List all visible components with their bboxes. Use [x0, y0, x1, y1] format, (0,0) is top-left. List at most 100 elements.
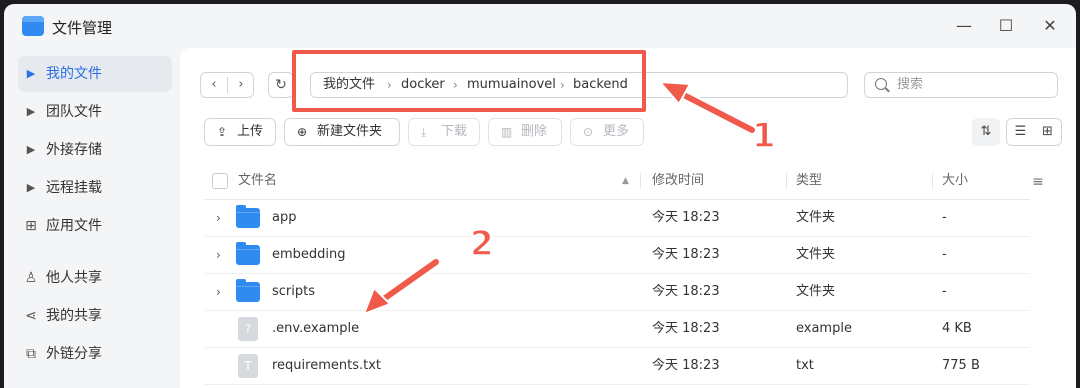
main-panel: ‹ › ↻ 我的文件 › docker › mumuainovel › back… — [180, 48, 1076, 388]
list-view-icon[interactable]: ☰ — [1007, 119, 1034, 145]
close-icon[interactable]: ✕ — [1038, 14, 1062, 38]
sidebar-item-label: 我的共享 — [46, 308, 102, 324]
file-manager-window: 文件管理 — ☐ ✕ ▶ 我的文件 ▶ 团队文件 ▶ 外接存储 ▶ 远程挂载 ⊞… — [4, 4, 1076, 388]
folder-icon — [236, 242, 260, 265]
caret-right-icon: ▶ — [26, 105, 36, 118]
unknown-file-icon: ? — [238, 317, 258, 341]
file-size: - — [942, 247, 947, 262]
header-modified[interactable]: 修改时间 — [652, 162, 704, 200]
file-type: 文件夹 — [796, 210, 836, 225]
file-type: 文件夹 — [796, 284, 836, 299]
text-file-icon: T — [238, 354, 258, 378]
table-row[interactable]: › app 今天 18:23 文件夹 - — [204, 200, 1030, 237]
select-all-checkbox[interactable] — [212, 173, 228, 189]
grid-view-icon[interactable]: ⊞ — [1034, 119, 1061, 145]
delete-label: 删除 — [521, 124, 548, 139]
view-mode-toggle: ☰ ⊞ — [1006, 118, 1062, 146]
file-name: app — [272, 210, 297, 225]
refresh-icon[interactable]: ↻ — [268, 72, 294, 98]
file-modified: 今天 18:23 — [652, 321, 720, 336]
caret-right-icon: ▶ — [26, 181, 36, 194]
download-button[interactable]: ⤓ 下载 — [408, 118, 480, 146]
new-folder-button[interactable]: ⊕ 新建文件夹 — [284, 118, 400, 146]
sidebar-item-my-files[interactable]: ▶ 我的文件 — [18, 56, 172, 92]
sidebar-item-label: 外接存储 — [46, 142, 102, 158]
file-manager-app-icon — [22, 16, 44, 36]
file-name: requirements.txt — [272, 358, 382, 373]
file-name: .env.example — [272, 321, 360, 336]
new-folder-label: 新建文件夹 — [317, 124, 383, 139]
file-name: scripts — [272, 284, 315, 299]
expand-chevron-icon[interactable]: › — [216, 274, 221, 310]
delete-button[interactable]: ▥ 删除 — [488, 118, 562, 146]
sidebar-item-label: 远程挂载 — [46, 180, 102, 196]
history-nav: ‹ › — [200, 72, 254, 98]
maximize-icon[interactable]: ☐ — [994, 14, 1018, 38]
sidebar-item-label: 应用文件 — [46, 218, 102, 234]
table-row[interactable]: ? .env.example 今天 18:23 example 4 KB — [204, 311, 1030, 348]
table-header: 文件名 ▲ 修改时间 类型 大小 — [204, 162, 1030, 200]
download-label: 下载 — [441, 124, 468, 139]
sidebar-item-shared-with-me[interactable]: ♙ 他人共享 — [18, 260, 172, 296]
file-size: - — [942, 284, 947, 299]
file-modified: 今天 18:23 — [652, 358, 720, 373]
caret-right-icon: ▶ — [26, 143, 36, 156]
sidebar-item-external-storage[interactable]: ▶ 外接存储 — [18, 132, 172, 168]
search-input[interactable]: 搜索 — [864, 72, 1058, 98]
share-icon: ⋖ — [25, 308, 37, 324]
apps-grid-icon: ⊞ — [25, 218, 37, 234]
file-type: example — [796, 321, 852, 336]
sidebar-item-my-shares[interactable]: ⋖ 我的共享 — [18, 298, 172, 334]
forward-arrow-icon[interactable]: › — [228, 73, 254, 97]
upload-label: 上传 — [237, 124, 264, 139]
folder-plus-icon: ⊕ — [297, 125, 308, 139]
sidebar-item-label: 我的文件 — [46, 66, 102, 82]
sort-arrows-icon[interactable]: ▲ — [622, 162, 629, 200]
header-name[interactable]: 文件名 — [238, 162, 277, 200]
sidebar-item-label: 团队文件 — [46, 104, 102, 120]
sidebar-item-label: 他人共享 — [46, 270, 102, 286]
sidebar-item-app-files[interactable]: ⊞ 应用文件 — [18, 208, 172, 244]
back-arrow-icon[interactable]: ‹ — [201, 73, 227, 97]
more-dots-icon: ⊙ — [583, 125, 594, 139]
minimize-icon[interactable]: — — [952, 14, 976, 38]
sidebar-item-label: 外链分享 — [46, 346, 102, 362]
expand-chevron-icon[interactable]: › — [216, 237, 221, 273]
column-settings-icon[interactable]: ≡ — [1032, 174, 1044, 190]
sidebar: ▶ 我的文件 ▶ 团队文件 ▶ 外接存储 ▶ 远程挂载 ⊞ 应用文件 ♙ 他人共… — [4, 54, 180, 374]
file-name: embedding — [272, 247, 346, 262]
file-size: 4 KB — [942, 321, 972, 336]
trash-icon: ▥ — [501, 125, 513, 139]
file-modified: 今天 18:23 — [652, 210, 720, 225]
caret-right-icon: ▶ — [26, 67, 36, 80]
upload-button[interactable]: ⇪ 上传 — [204, 118, 276, 146]
annotation-highlight-box — [292, 50, 646, 112]
file-type: txt — [796, 358, 814, 373]
file-type: 文件夹 — [796, 247, 836, 262]
more-button[interactable]: ⊙ 更多 — [570, 118, 644, 146]
title-bar: 文件管理 — ☐ ✕ — [4, 4, 1076, 48]
more-label: 更多 — [603, 124, 630, 139]
sort-icon[interactable]: ⇅ — [972, 118, 1000, 146]
table-row[interactable]: T requirements.txt 今天 18:23 txt 775 B — [204, 348, 1030, 385]
file-modified: 今天 18:23 — [652, 284, 720, 299]
folder-icon — [236, 205, 260, 228]
search-placeholder: 搜索 — [897, 77, 924, 92]
header-type[interactable]: 类型 — [796, 162, 822, 200]
sidebar-item-team-files[interactable]: ▶ 团队文件 — [18, 94, 172, 130]
file-modified: 今天 18:23 — [652, 247, 720, 262]
sidebar-item-external-link-share[interactable]: ⧉ 外链分享 — [18, 336, 172, 372]
download-icon: ⤓ — [421, 125, 427, 139]
file-size: 775 B — [942, 358, 980, 373]
user-icon: ♙ — [24, 270, 38, 286]
expand-chevron-icon[interactable]: › — [216, 200, 221, 236]
sidebar-item-remote-mount[interactable]: ▶ 远程挂载 — [18, 170, 172, 206]
upload-icon: ⇪ — [217, 125, 228, 139]
search-icon — [875, 78, 887, 90]
annotation-number-2: 2 — [469, 223, 494, 265]
file-size: - — [942, 210, 947, 225]
table-row[interactable]: › scripts 今天 18:23 文件夹 - — [204, 274, 1030, 311]
annotation-number-1: 1 — [751, 115, 776, 157]
header-size[interactable]: 大小 — [942, 162, 968, 200]
table-row[interactable]: › embedding 今天 18:23 文件夹 - — [204, 237, 1030, 274]
